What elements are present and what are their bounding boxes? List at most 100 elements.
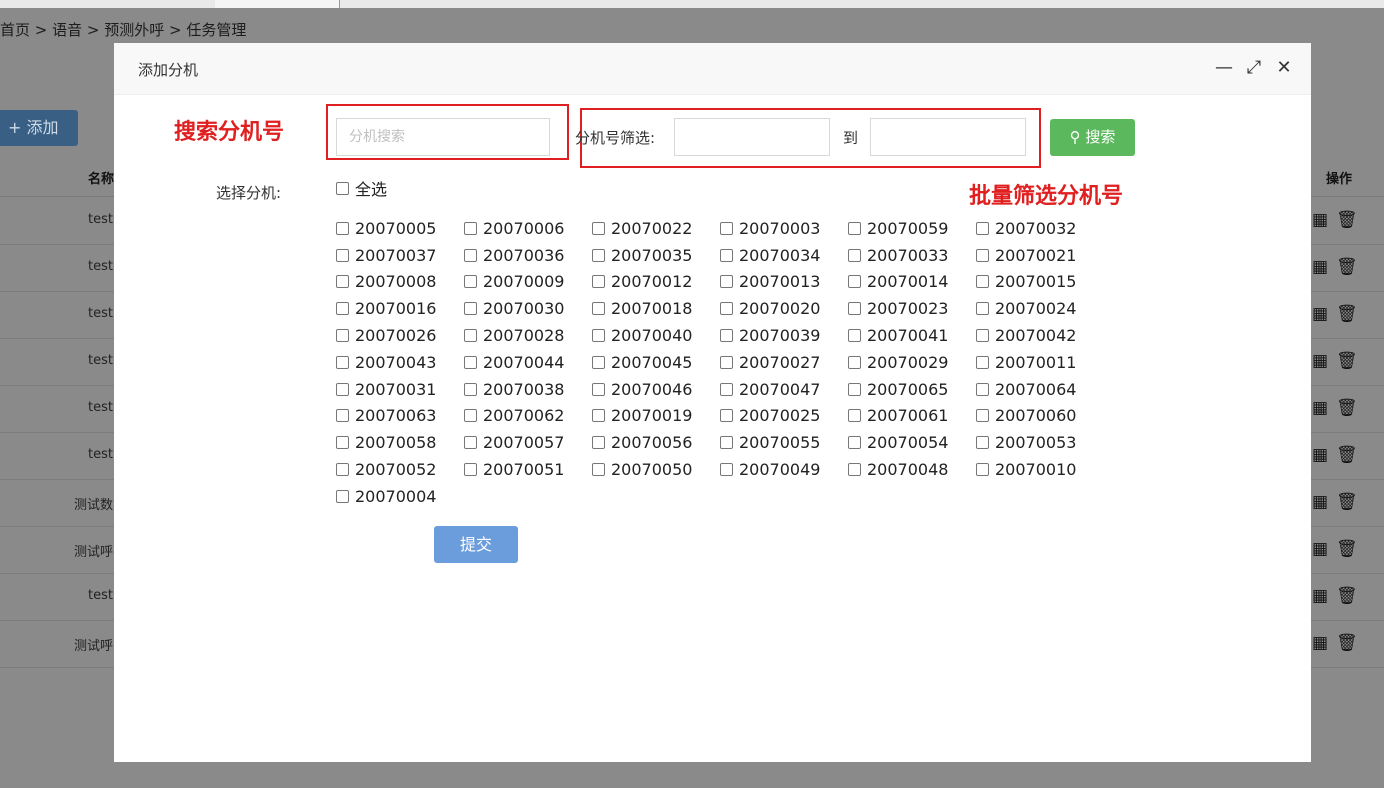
extension-checkbox[interactable]: [336, 329, 349, 343]
extension-checkbox[interactable]: [976, 355, 989, 369]
extension-checkbox[interactable]: [336, 248, 349, 262]
row-action-icons[interactable]: ▦🗑: [1312, 445, 1366, 465]
extension-option[interactable]: 20070039: [720, 322, 848, 349]
row-action-icons[interactable]: ▦🗑: [1312, 539, 1366, 559]
extension-option[interactable]: 20070044: [464, 349, 592, 376]
extension-checkbox[interactable]: [464, 248, 477, 262]
extension-option[interactable]: 20070024: [976, 295, 1104, 322]
extension-checkbox[interactable]: [592, 382, 605, 396]
extension-checkbox[interactable]: [720, 409, 733, 423]
extension-option[interactable]: 20070045: [592, 349, 720, 376]
extension-checkbox[interactable]: [464, 275, 477, 289]
extension-option[interactable]: 20070018: [592, 295, 720, 322]
extension-checkbox[interactable]: [464, 355, 477, 369]
extension-checkbox[interactable]: [464, 302, 477, 316]
extension-checkbox[interactable]: [976, 302, 989, 316]
close-icon[interactable]: ✕: [1275, 57, 1293, 78]
extension-checkbox[interactable]: [336, 489, 349, 503]
extension-checkbox[interactable]: [976, 409, 989, 423]
extension-option[interactable]: 20070055: [720, 429, 848, 456]
extension-option[interactable]: 20070011: [976, 349, 1104, 376]
extension-checkbox[interactable]: [592, 355, 605, 369]
extension-checkbox[interactable]: [720, 355, 733, 369]
extension-checkbox[interactable]: [592, 436, 605, 450]
extension-option[interactable]: 20070035: [592, 242, 720, 269]
extension-option[interactable]: 20070052: [336, 456, 464, 483]
extension-option[interactable]: 20070008: [336, 269, 464, 296]
extension-option[interactable]: 20070054: [848, 429, 976, 456]
extension-checkbox[interactable]: [720, 436, 733, 450]
extension-checkbox[interactable]: [848, 355, 861, 369]
extension-checkbox[interactable]: [720, 275, 733, 289]
extension-option[interactable]: 20070025: [720, 403, 848, 430]
extension-option[interactable]: 20070026: [336, 322, 464, 349]
extension-option[interactable]: 20070013: [720, 269, 848, 296]
extension-option[interactable]: 20070038: [464, 376, 592, 403]
row-action-icons[interactable]: ▦🗑: [1312, 210, 1366, 230]
extension-checkbox[interactable]: [976, 329, 989, 343]
extension-checkbox[interactable]: [336, 221, 349, 235]
extension-checkbox[interactable]: [720, 329, 733, 343]
extension-checkbox[interactable]: [720, 463, 733, 477]
submit-button[interactable]: 提交: [434, 526, 518, 563]
extension-checkbox[interactable]: [592, 275, 605, 289]
extension-option[interactable]: 20070048: [848, 456, 976, 483]
extension-checkbox[interactable]: [464, 463, 477, 477]
extension-checkbox[interactable]: [592, 248, 605, 262]
extension-option[interactable]: 20070057: [464, 429, 592, 456]
extension-checkbox[interactable]: [336, 275, 349, 289]
extension-checkbox[interactable]: [336, 436, 349, 450]
extension-option[interactable]: 20070037: [336, 242, 464, 269]
row-action-icons[interactable]: ▦🗑: [1312, 351, 1366, 371]
extension-option[interactable]: 20070061: [848, 403, 976, 430]
extension-option[interactable]: 20070046: [592, 376, 720, 403]
extension-option[interactable]: 20070010: [976, 456, 1104, 483]
extension-checkbox[interactable]: [976, 436, 989, 450]
extension-option[interactable]: 20070065: [848, 376, 976, 403]
extension-checkbox[interactable]: [848, 382, 861, 396]
check-all-checkbox[interactable]: [336, 181, 349, 195]
extension-option[interactable]: 20070051: [464, 456, 592, 483]
extension-option[interactable]: 20070027: [720, 349, 848, 376]
extension-checkbox[interactable]: [336, 302, 349, 316]
extension-option[interactable]: 20070043: [336, 349, 464, 376]
extension-option[interactable]: 20070004: [336, 483, 464, 510]
extension-checkbox[interactable]: [848, 302, 861, 316]
extension-option[interactable]: 20070028: [464, 322, 592, 349]
extension-checkbox[interactable]: [848, 275, 861, 289]
extension-search-input[interactable]: [336, 118, 550, 156]
extension-option[interactable]: 20070032: [976, 215, 1104, 242]
extension-option[interactable]: 20070047: [720, 376, 848, 403]
extension-option[interactable]: 20070060: [976, 403, 1104, 430]
extension-option[interactable]: 20070021: [976, 242, 1104, 269]
extension-option[interactable]: 20070014: [848, 269, 976, 296]
extension-option[interactable]: 20070009: [464, 269, 592, 296]
extension-checkbox[interactable]: [720, 221, 733, 235]
extension-checkbox[interactable]: [848, 329, 861, 343]
extension-checkbox[interactable]: [848, 463, 861, 477]
extension-checkbox[interactable]: [848, 248, 861, 262]
extension-checkbox[interactable]: [848, 221, 861, 235]
extension-checkbox[interactable]: [336, 382, 349, 396]
extension-option[interactable]: 20070015: [976, 269, 1104, 296]
extension-option[interactable]: 20070019: [592, 403, 720, 430]
extension-option[interactable]: 20070058: [336, 429, 464, 456]
extension-option[interactable]: 20070034: [720, 242, 848, 269]
extension-option[interactable]: 20070063: [336, 403, 464, 430]
row-action-icons[interactable]: ▦🗑: [1312, 633, 1366, 653]
extension-checkbox[interactable]: [336, 409, 349, 423]
extension-option[interactable]: 20070042: [976, 322, 1104, 349]
extension-checkbox[interactable]: [336, 355, 349, 369]
extension-option[interactable]: 20070064: [976, 376, 1104, 403]
extension-checkbox[interactable]: [720, 302, 733, 316]
extension-option[interactable]: 20070049: [720, 456, 848, 483]
extension-option[interactable]: 20070006: [464, 215, 592, 242]
extension-checkbox[interactable]: [592, 463, 605, 477]
extension-checkbox[interactable]: [720, 382, 733, 396]
extension-option[interactable]: 20070053: [976, 429, 1104, 456]
extension-option[interactable]: 20070016: [336, 295, 464, 322]
extension-checkbox[interactable]: [464, 329, 477, 343]
extension-checkbox[interactable]: [976, 382, 989, 396]
extension-checkbox[interactable]: [592, 221, 605, 235]
extension-option[interactable]: 20070030: [464, 295, 592, 322]
